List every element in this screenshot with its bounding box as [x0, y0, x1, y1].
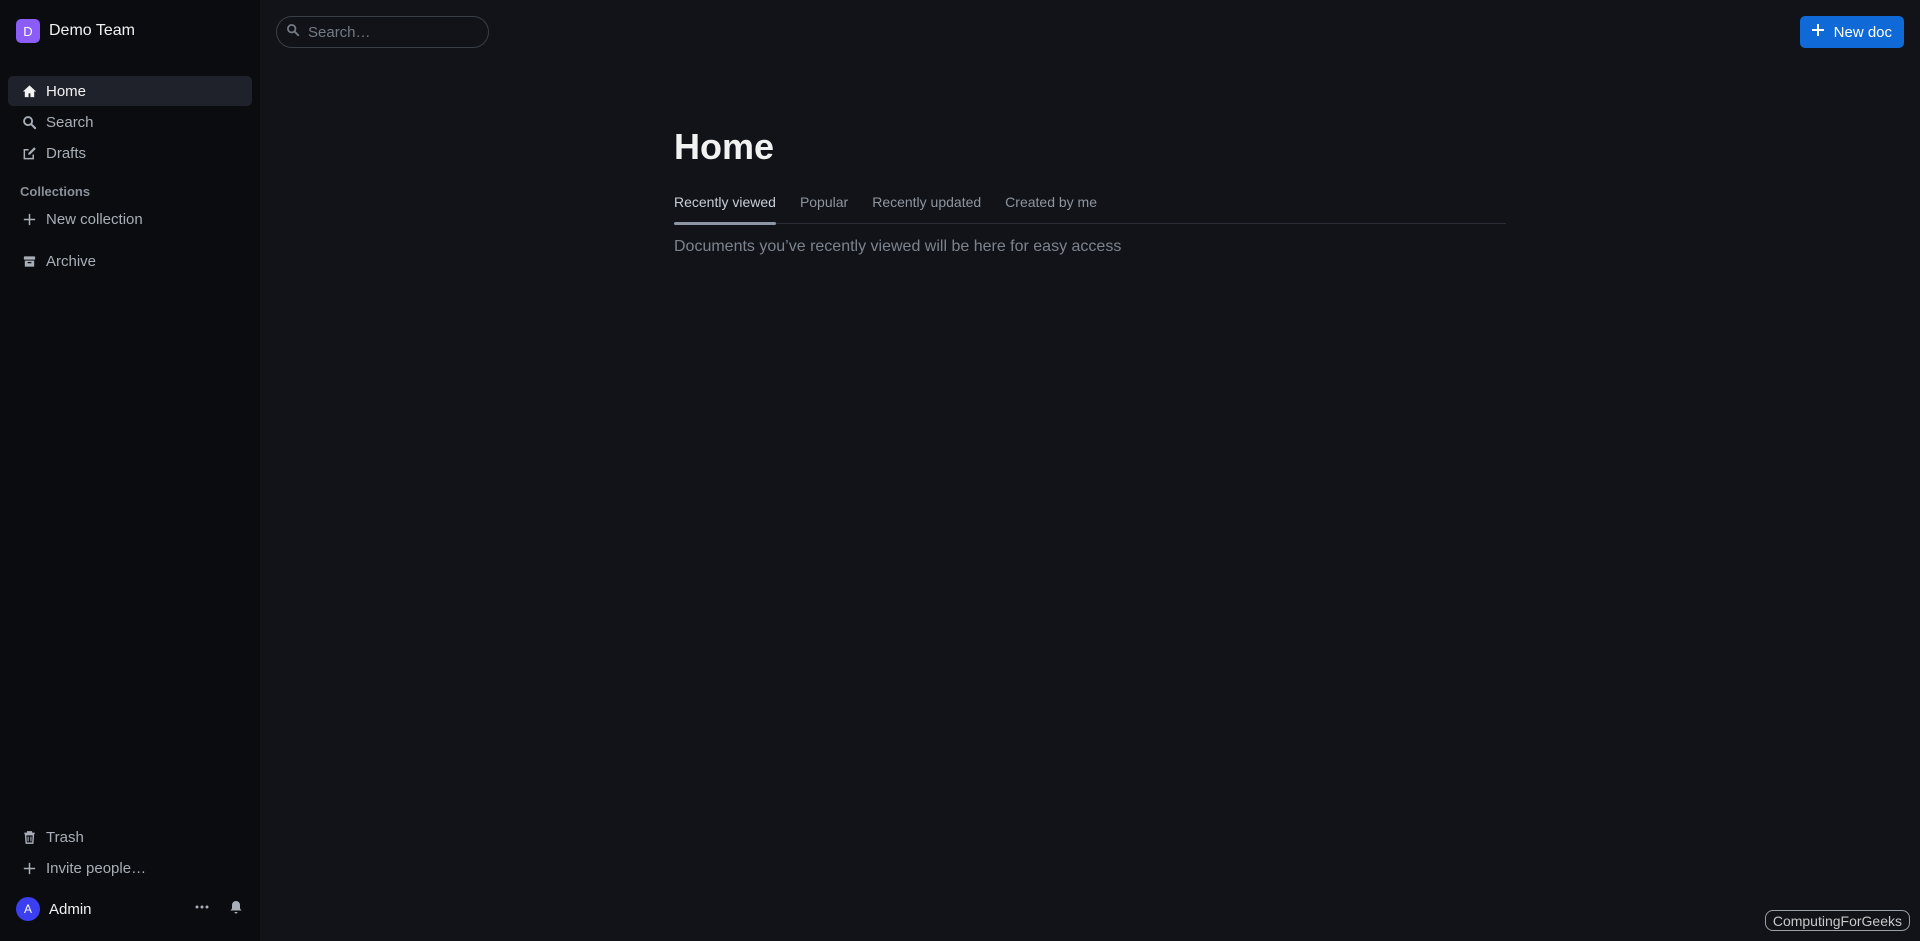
sidebar-item-search[interactable]: Search — [8, 107, 252, 137]
search-icon — [20, 113, 38, 131]
trash-icon — [20, 828, 38, 846]
sidebar-item-label: Trash — [46, 828, 84, 846]
new-doc-label: New doc — [1833, 23, 1892, 41]
new-collection-label: New collection — [46, 210, 143, 228]
sidebar: D Demo Team Home Search Drafts Collectio… — [0, 0, 260, 941]
sidebar-item-label: Search — [46, 113, 94, 131]
invite-people-button[interactable]: Invite people… — [8, 853, 252, 883]
bell-icon[interactable] — [228, 899, 244, 920]
user-menu: A Admin — [0, 891, 260, 927]
team-switcher[interactable]: D Demo Team — [8, 15, 252, 47]
sidebar-item-archive[interactable]: Archive — [8, 246, 252, 276]
plus-icon — [20, 859, 38, 877]
user-actions — [194, 899, 244, 920]
page-title: Home — [674, 126, 775, 167]
tab-recently-updated[interactable]: Recently updated — [872, 193, 981, 224]
sidebar-item-drafts[interactable]: Drafts — [8, 138, 252, 168]
sidebar-item-label: Archive — [46, 252, 97, 270]
collections-heading: Collections — [20, 184, 91, 199]
user-name[interactable]: Admin — [49, 901, 194, 918]
edit-icon — [20, 144, 38, 162]
invite-people-label: Invite people… — [46, 859, 147, 877]
tab-recently-viewed[interactable]: Recently viewed — [674, 193, 776, 225]
search-icon — [286, 23, 300, 42]
home-icon — [20, 82, 38, 100]
sidebar-item-label: Drafts — [46, 144, 87, 162]
more-icon[interactable] — [194, 899, 210, 920]
archive-icon — [20, 252, 38, 270]
home-tabs: Recently viewed Popular Recently updated… — [674, 193, 1506, 225]
sidebar-bottom-nav: Trash Invite people… — [0, 822, 260, 884]
tab-created-by-me[interactable]: Created by me — [1005, 193, 1097, 224]
sidebar-item-label: Home — [46, 82, 87, 100]
plus-icon — [20, 210, 38, 228]
search-input[interactable] — [308, 23, 478, 41]
home-section: Home Recently viewed Popular Recently up… — [674, 126, 1506, 256]
team-avatar: D — [16, 19, 40, 43]
main-content: New doc Home Recently viewed Popular Rec… — [260, 0, 1920, 941]
new-collection-button[interactable]: New collection — [8, 204, 252, 234]
empty-state-message: Documents you’ve recently viewed will be… — [674, 238, 1122, 255]
sidebar-item-home[interactable]: Home — [8, 76, 252, 106]
new-doc-button[interactable]: New doc — [1799, 16, 1904, 48]
search-bar[interactable] — [276, 16, 489, 48]
app-root: D Demo Team Home Search Drafts Collectio… — [0, 0, 1920, 941]
sidebar-item-trash[interactable]: Trash — [8, 822, 252, 852]
avatar[interactable]: A — [16, 897, 40, 921]
plus-icon — [1810, 22, 1834, 42]
sidebar-nav: Home Search Drafts Collections New colle — [0, 76, 260, 277]
team-name: Demo Team — [49, 22, 135, 39]
watermark: ComputingForGeeks — [1764, 910, 1910, 931]
tab-popular[interactable]: Popular — [800, 193, 848, 224]
